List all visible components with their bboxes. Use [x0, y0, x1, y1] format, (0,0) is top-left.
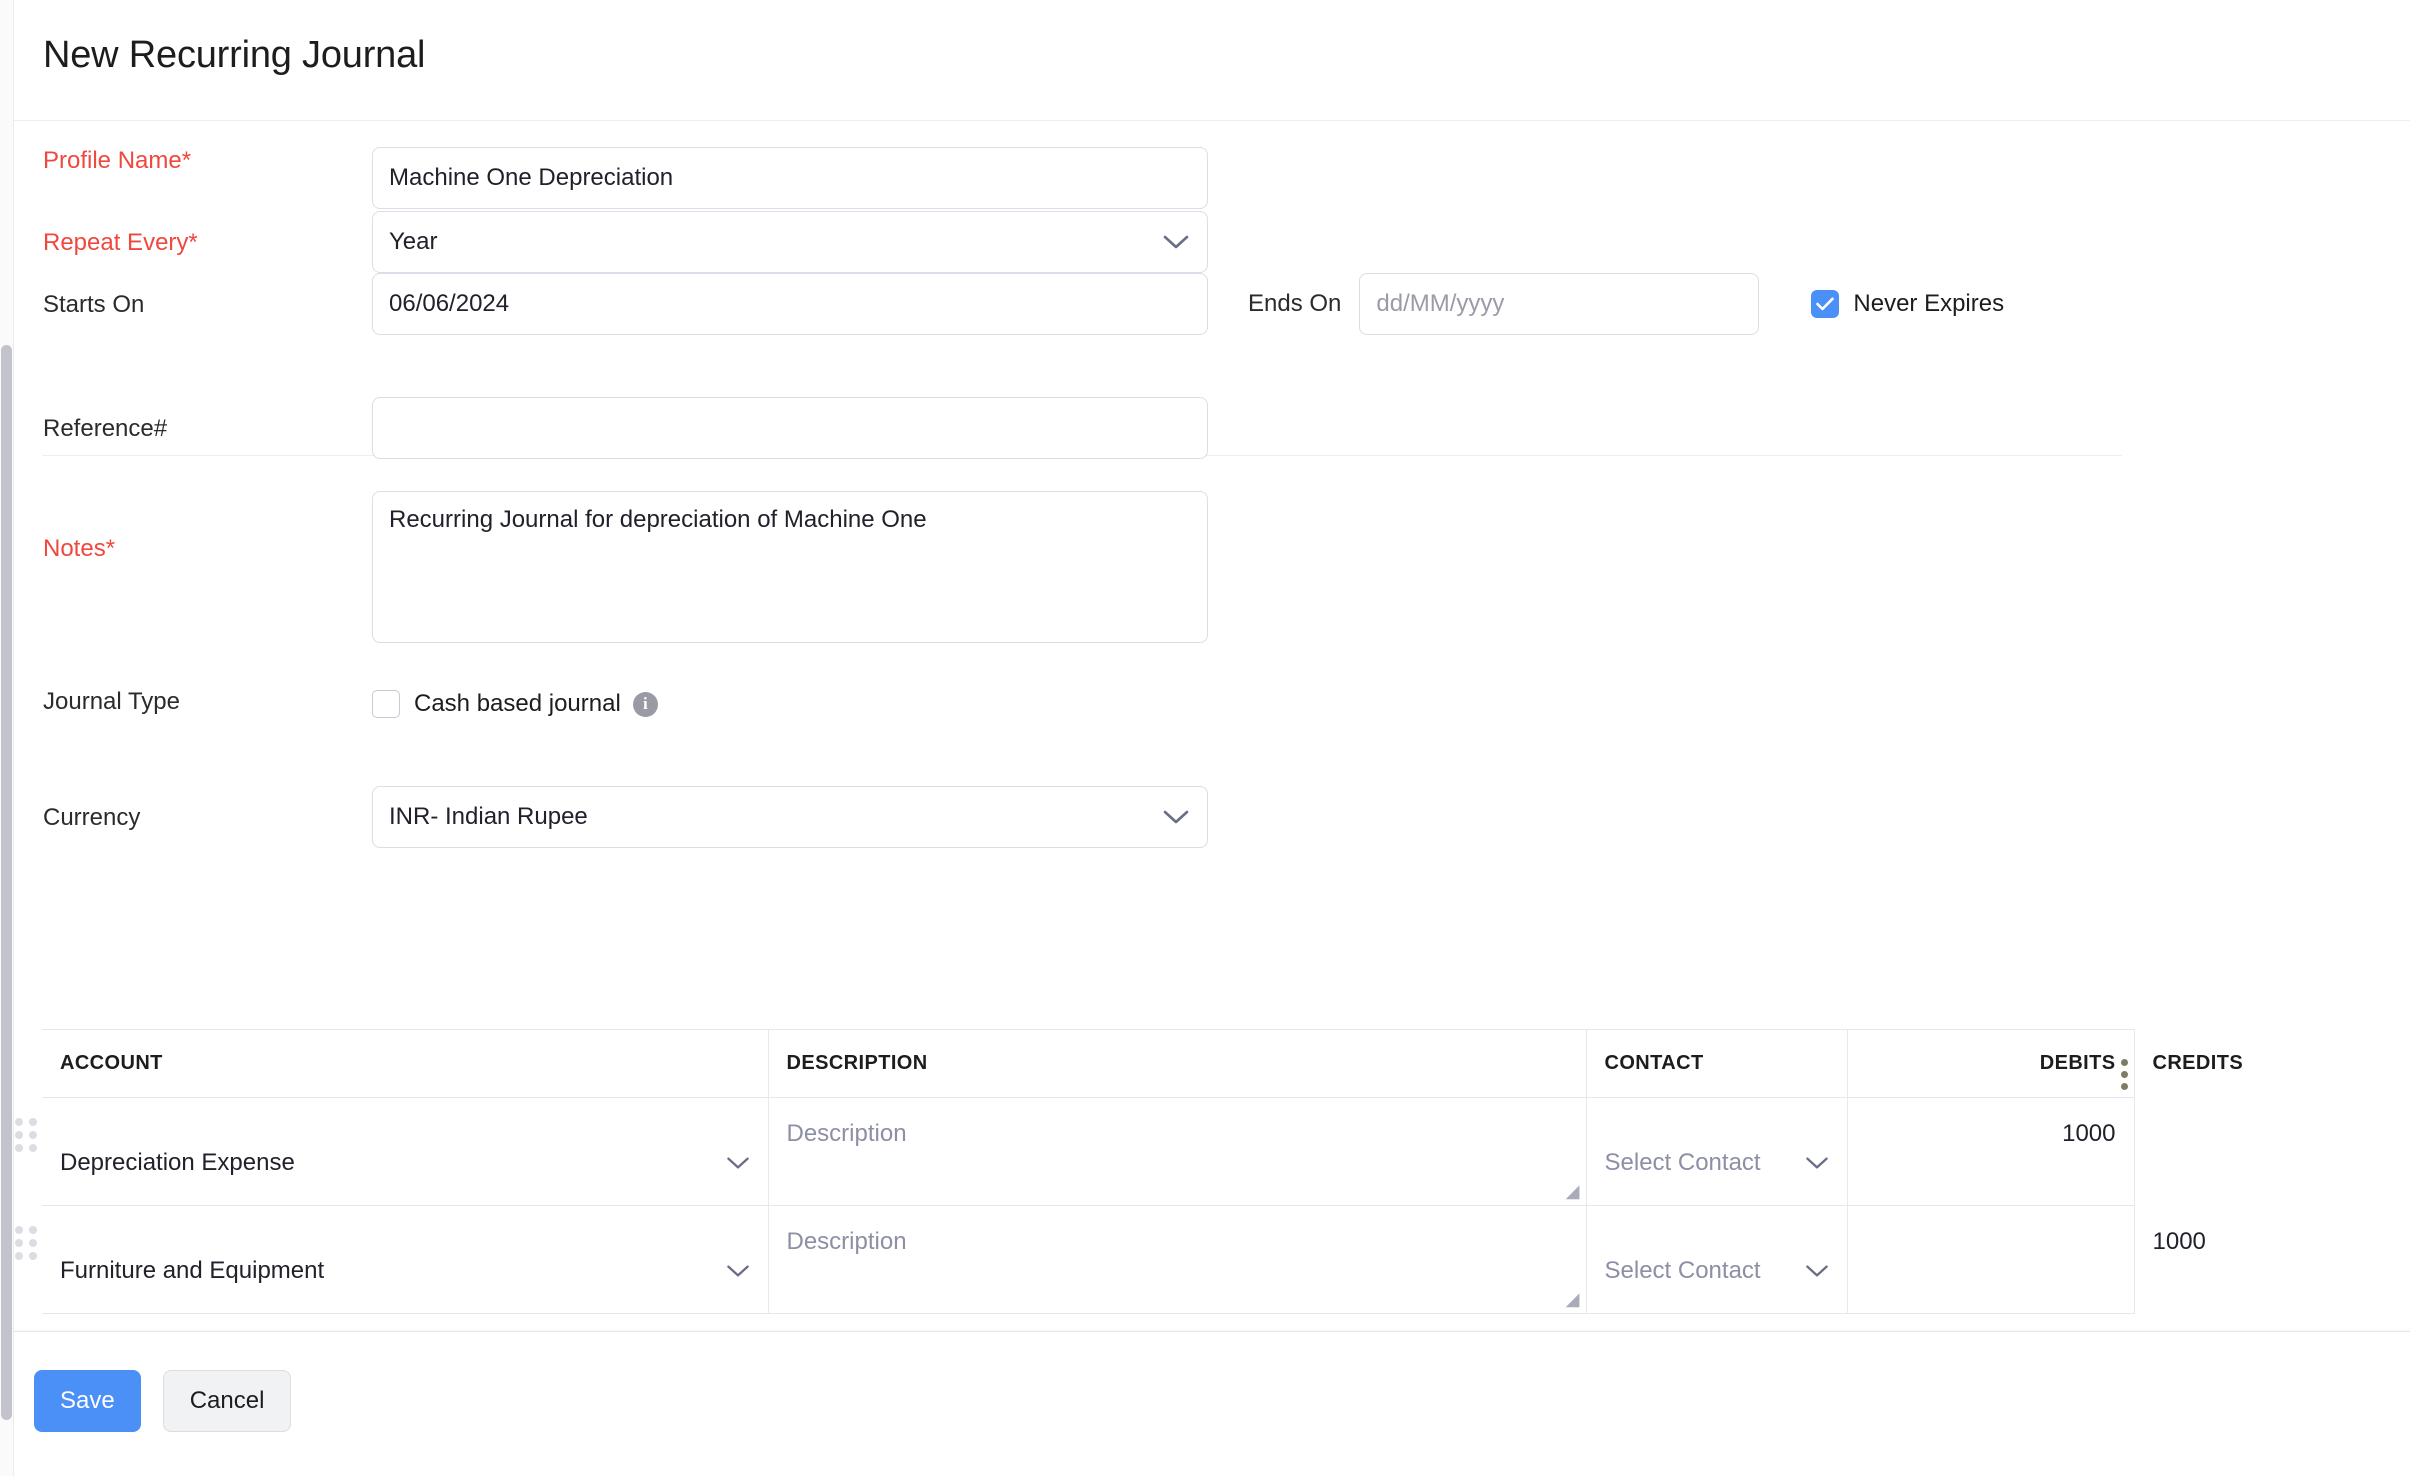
- notes-control: [372, 491, 1208, 648]
- column-header-debits: DEBITS: [1847, 1030, 2134, 1098]
- row-journal-type: Journal Type Cash based journal i: [14, 688, 2410, 748]
- cash-based-journal-checkbox[interactable]: Cash based journal i: [372, 688, 658, 718]
- cell-account: Depreciation Expense: [42, 1098, 768, 1206]
- starts-on-label: Starts On: [14, 273, 372, 320]
- cell-debits[interactable]: [1847, 1206, 2134, 1314]
- cash-based-journal-label: Cash based journal: [414, 690, 621, 718]
- account-value: Furniture and Equipment: [60, 1257, 324, 1285]
- currency-value: INR- Indian Rupee: [389, 803, 588, 831]
- form-area: Profile Name* Repeat Every* Year: [14, 121, 2410, 848]
- cancel-button[interactable]: Cancel: [163, 1370, 292, 1432]
- contact-value: Select Contact: [1605, 1149, 1761, 1177]
- table-body: Depreciation Expense Description ◢: [42, 1098, 2134, 1314]
- chevron-down-icon: [726, 1149, 750, 1177]
- ends-on-control: [1359, 273, 1759, 335]
- page-title: New Recurring Journal: [43, 34, 425, 77]
- chevron-down-icon: [1163, 234, 1189, 250]
- column-header-description: DESCRIPTION: [768, 1030, 1586, 1098]
- cell-description[interactable]: Description ◢: [768, 1206, 1586, 1314]
- table-row: Furniture and Equipment Description ◢: [42, 1206, 2134, 1314]
- never-expires-label: Never Expires: [1853, 290, 2004, 318]
- line-items-table: ACCOUNT DESCRIPTION CONTACT DEBITS CREDI…: [42, 1029, 2134, 1314]
- ends-on-input[interactable]: [1359, 273, 1759, 335]
- reference-control: [372, 397, 1208, 459]
- repeat-every-control: Year: [372, 211, 1208, 273]
- cell-contact: Select Contact: [1586, 1098, 1847, 1206]
- form-body: Profile Name* Repeat Every* Year: [14, 121, 2410, 1331]
- table-header: ACCOUNT DESCRIPTION CONTACT DEBITS CREDI…: [42, 1030, 2134, 1098]
- chevron-down-icon: [1805, 1149, 1829, 1177]
- cell-account: Furniture and Equipment: [42, 1206, 768, 1314]
- save-button[interactable]: Save: [34, 1370, 141, 1432]
- page-scrollbar-thumb[interactable]: [1, 345, 12, 1420]
- repeat-every-select[interactable]: Year: [372, 211, 1208, 273]
- resize-grip-icon[interactable]: ◢: [1566, 1290, 1580, 1308]
- column-header-account: ACCOUNT: [42, 1030, 768, 1098]
- description-input[interactable]: Description: [769, 1206, 1586, 1313]
- row-currency: Currency INR- Indian Rupee: [14, 786, 2410, 848]
- currency-control: INR- Indian Rupee: [372, 786, 1208, 848]
- repeat-every-label: Repeat Every*: [14, 211, 372, 258]
- drag-handle-icon[interactable]: [15, 1118, 35, 1152]
- credits-input[interactable]: 1000: [2135, 1206, 2171, 1313]
- table-header-row: ACCOUNT DESCRIPTION CONTACT DEBITS CREDI…: [42, 1030, 2134, 1098]
- page-scrollbar[interactable]: [0, 0, 14, 1476]
- repeat-every-value: Year: [389, 228, 438, 256]
- account-value: Depreciation Expense: [60, 1149, 295, 1177]
- row-reference: Reference#: [14, 397, 2410, 459]
- reference-label: Reference#: [14, 397, 372, 444]
- profile-name-label: Profile Name*: [14, 147, 372, 176]
- account-select[interactable]: Furniture and Equipment: [42, 1206, 768, 1313]
- row-starts-ends: Starts On Ends On Never Expires: [14, 273, 2410, 335]
- ends-on-label: Ends On: [1248, 290, 1341, 318]
- page-header: New Recurring Journal: [14, 0, 2410, 121]
- chevron-down-icon: [1805, 1257, 1829, 1285]
- never-expires-checkbox[interactable]: Never Expires: [1811, 290, 2004, 318]
- profile-name-input[interactable]: [372, 147, 1208, 209]
- table-row: Depreciation Expense Description ◢: [42, 1098, 2134, 1206]
- recurring-journal-page: New Recurring Journal Profile Name* Repe…: [0, 0, 2410, 1476]
- credits-input[interactable]: [2135, 1098, 2171, 1205]
- chevron-down-icon: [1163, 809, 1189, 825]
- debits-input[interactable]: 1000: [1848, 1098, 2134, 1205]
- checkbox-checked-icon: [1811, 290, 1839, 318]
- row-notes: Notes*: [14, 491, 2410, 648]
- currency-select[interactable]: INR- Indian Rupee: [372, 786, 1208, 848]
- chevron-down-icon: [726, 1257, 750, 1285]
- reference-input[interactable]: [372, 397, 1208, 459]
- cell-description[interactable]: Description ◢: [768, 1098, 1586, 1206]
- debits-input[interactable]: [1848, 1206, 2134, 1313]
- description-input[interactable]: Description: [769, 1098, 1586, 1205]
- footer-actions: Save Cancel: [34, 1370, 291, 1432]
- notes-label: Notes*: [14, 491, 372, 564]
- contact-value: Select Contact: [1605, 1257, 1761, 1285]
- contact-select[interactable]: Select Contact: [1587, 1206, 1847, 1313]
- starts-on-control: [372, 273, 1208, 335]
- info-icon[interactable]: i: [633, 692, 658, 717]
- cell-contact: Select Contact: [1586, 1206, 1847, 1314]
- row-profile-name: Profile Name*: [14, 147, 2410, 209]
- notes-textarea[interactable]: [372, 491, 1208, 643]
- currency-label: Currency: [14, 786, 372, 833]
- row-repeat-every: Repeat Every* Year: [14, 211, 2410, 273]
- account-select[interactable]: Depreciation Expense: [42, 1098, 768, 1205]
- cell-debits[interactable]: 1000: [1847, 1098, 2134, 1206]
- journal-type-label: Journal Type: [14, 688, 372, 717]
- column-header-contact: CONTACT: [1586, 1030, 1847, 1098]
- drag-handle-icon[interactable]: [15, 1226, 35, 1260]
- resize-grip-icon[interactable]: ◢: [1566, 1182, 1580, 1200]
- form-footer: Save Cancel: [14, 1331, 2410, 1476]
- profile-name-control: [372, 147, 1208, 209]
- checkbox-unchecked-icon: [372, 690, 400, 718]
- starts-on-input[interactable]: [372, 273, 1208, 335]
- contact-select[interactable]: Select Contact: [1587, 1098, 1847, 1205]
